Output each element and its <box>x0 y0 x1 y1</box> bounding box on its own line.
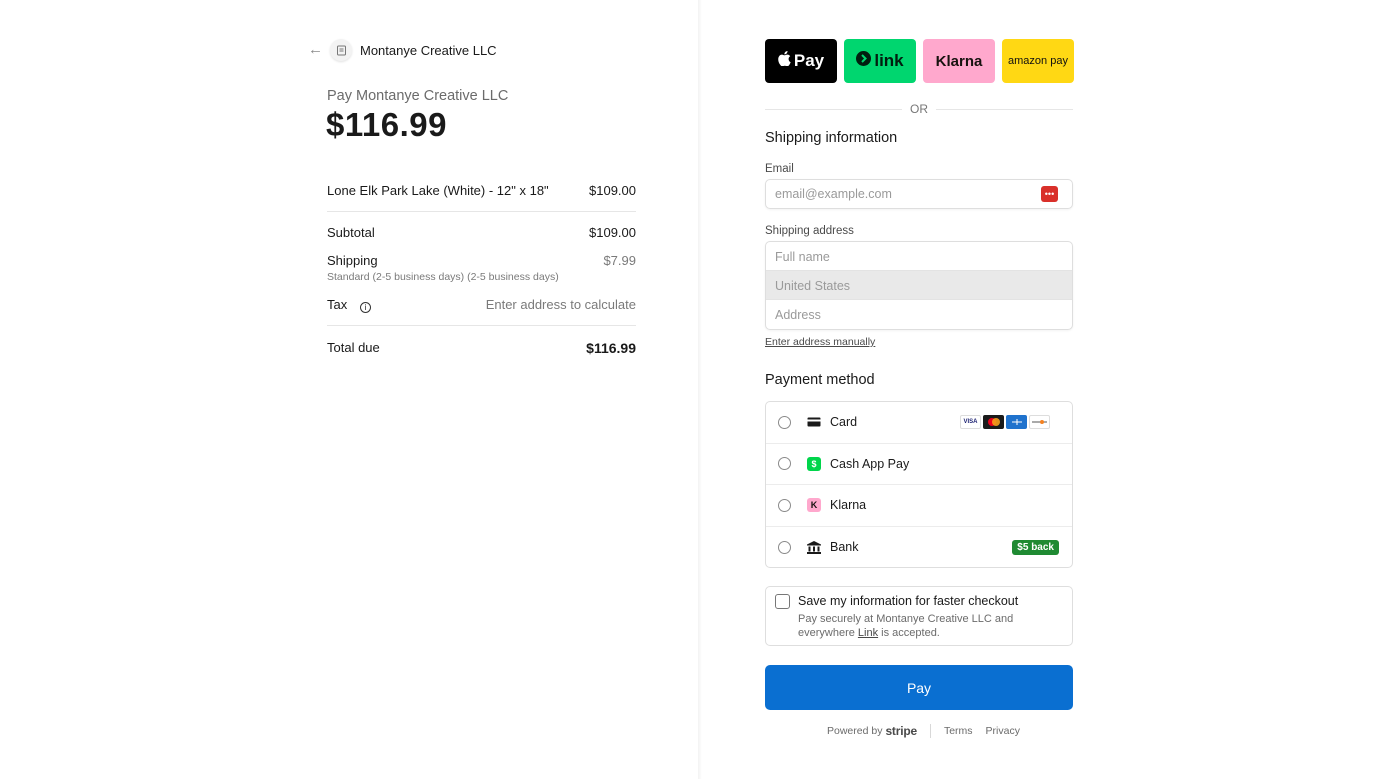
shipping-info-title: Shipping information <box>765 130 898 146</box>
tax-value: Enter address to calculate <box>485 297 636 312</box>
payment-option-klarna[interactable]: K Klarna <box>766 485 1072 527</box>
klarna-pay-button[interactable]: Klarna <box>923 39 995 83</box>
summary-divider <box>327 211 636 212</box>
total-due-value: $116.99 <box>586 340 636 356</box>
email-placeholder: email@example.com <box>775 187 892 201</box>
footer: Powered by stripe Terms Privacy <box>827 724 1020 738</box>
save-info-box: Save my information for faster checkout … <box>765 586 1073 646</box>
payment-option-bank[interactable]: Bank $5 back <box>766 527 1072 568</box>
merchant-header: ← Montanye Creative LLC <box>308 38 497 62</box>
autofill-dots-icon[interactable]: ••• <box>1041 186 1058 202</box>
subtotal-label: Subtotal <box>327 225 375 240</box>
amex-icon <box>1006 415 1027 429</box>
shipping-value: $7.99 <box>603 253 636 268</box>
save-info-description: Pay securely at Montanye Creative LLC an… <box>798 613 1014 639</box>
payment-method-title: Payment method <box>765 372 875 388</box>
country-select[interactable]: United States <box>766 271 1072 300</box>
subtotal-row: Subtotal $109.00 <box>327 225 636 240</box>
info-icon[interactable]: i <box>359 302 371 313</box>
summary-divider <box>327 325 636 326</box>
bank-radio[interactable] <box>778 540 791 554</box>
line-item-name: Lone Elk Park Lake (White) - 12" x 18" <box>327 183 549 198</box>
cashapp-radio[interactable] <box>778 457 791 471</box>
card-brands: VISA <box>960 415 1050 429</box>
email-label: Email <box>765 163 794 175</box>
email-field[interactable]: email@example.com ••• <box>765 179 1073 209</box>
save-info-checkbox[interactable] <box>775 594 790 609</box>
amazon-pay-label: amazon pay <box>1008 55 1068 67</box>
shipping-description: Standard (2-5 business days) (2-5 busine… <box>327 271 559 283</box>
bank-bonus-badge: $5 back <box>1012 539 1059 555</box>
save-info-title: Save my information for faster checkout <box>798 594 1019 608</box>
shipping-address-group: Full name United States Address <box>765 241 1073 330</box>
subtotal-value: $109.00 <box>589 225 636 240</box>
powered-by-text: Powered by <box>827 725 883 737</box>
card-label: Card <box>830 415 858 430</box>
mastercard-icon <box>983 415 1004 429</box>
tax-label: Tax <box>327 297 348 312</box>
shipping-label: Shipping <box>327 253 378 268</box>
address-field[interactable]: Address <box>766 300 1072 329</box>
or-divider: OR <box>765 102 1073 116</box>
klarna-label: Klarna <box>830 498 867 513</box>
link-help-link[interactable]: Link <box>858 627 878 639</box>
bank-label: Bank <box>830 540 859 555</box>
link-arrow-icon <box>856 51 872 71</box>
address-placeholder: Address <box>775 308 821 322</box>
full-name-field[interactable]: Full name <box>766 242 1072 271</box>
or-text: OR <box>910 102 928 116</box>
visa-icon: VISA <box>960 415 981 429</box>
line-item-price: $109.00 <box>589 183 636 198</box>
amazon-pay-button[interactable]: amazon pay <box>1002 39 1074 83</box>
total-due-row: Total due $116.99 <box>327 340 636 356</box>
cashapp-icon: $ <box>807 456 821 471</box>
pay-button[interactable]: Pay <box>765 665 1073 710</box>
total-amount: $116.99 <box>326 106 447 143</box>
shipping-address-label: Shipping address <box>765 225 854 237</box>
klarna-pay-label: Klarna <box>935 52 983 70</box>
cashapp-label: Cash App Pay <box>830 456 910 471</box>
card-radio[interactable] <box>778 415 791 429</box>
merchant-name[interactable]: Montanye Creative LLC <box>360 43 497 58</box>
payment-option-cashapp[interactable]: $ Cash App Pay <box>766 444 1072 485</box>
klarna-icon: K <box>807 498 821 513</box>
bank-icon <box>807 540 821 554</box>
total-due-label: Total due <box>327 340 380 355</box>
link-pay-button[interactable]: link <box>844 39 916 83</box>
card-icon <box>807 415 821 429</box>
full-name-placeholder: Full name <box>775 250 830 264</box>
apple-pay-label: Pay <box>793 51 825 70</box>
merchant-logo-icon <box>330 39 352 61</box>
checkout-form-pane <box>702 0 1400 779</box>
payment-method-list: Card VISA $ Cash App Pay K Klarna Bank $… <box>765 401 1073 568</box>
link-pay-label: link <box>874 51 904 70</box>
terms-link[interactable]: Terms <box>944 725 973 737</box>
klarna-radio[interactable] <box>778 498 791 512</box>
footer-separator <box>929 724 931 738</box>
pay-merchant-label: Pay Montanye Creative LLC <box>327 88 509 104</box>
back-arrow-icon[interactable]: ← <box>308 42 324 58</box>
line-item: Lone Elk Park Lake (White) - 12" x 18" $… <box>327 183 636 198</box>
tax-row: Tax i Enter address to calculate <box>327 297 636 313</box>
stripe-logo[interactable]: stripe <box>885 724 917 738</box>
payment-option-card[interactable]: Card VISA <box>766 402 1072 444</box>
apple-pay-button[interactable]: Pay <box>765 39 837 83</box>
discover-icon <box>1029 415 1050 429</box>
enter-address-manually-link[interactable]: Enter address manually <box>765 336 875 348</box>
express-checkout: Pay link Klarna amazon pay <box>765 39 1074 83</box>
privacy-link[interactable]: Privacy <box>986 725 1020 737</box>
country-value: United States <box>775 279 851 293</box>
shipping-row: Shipping Standard (2-5 business days) (2… <box>327 253 636 283</box>
apple-icon <box>778 51 791 71</box>
